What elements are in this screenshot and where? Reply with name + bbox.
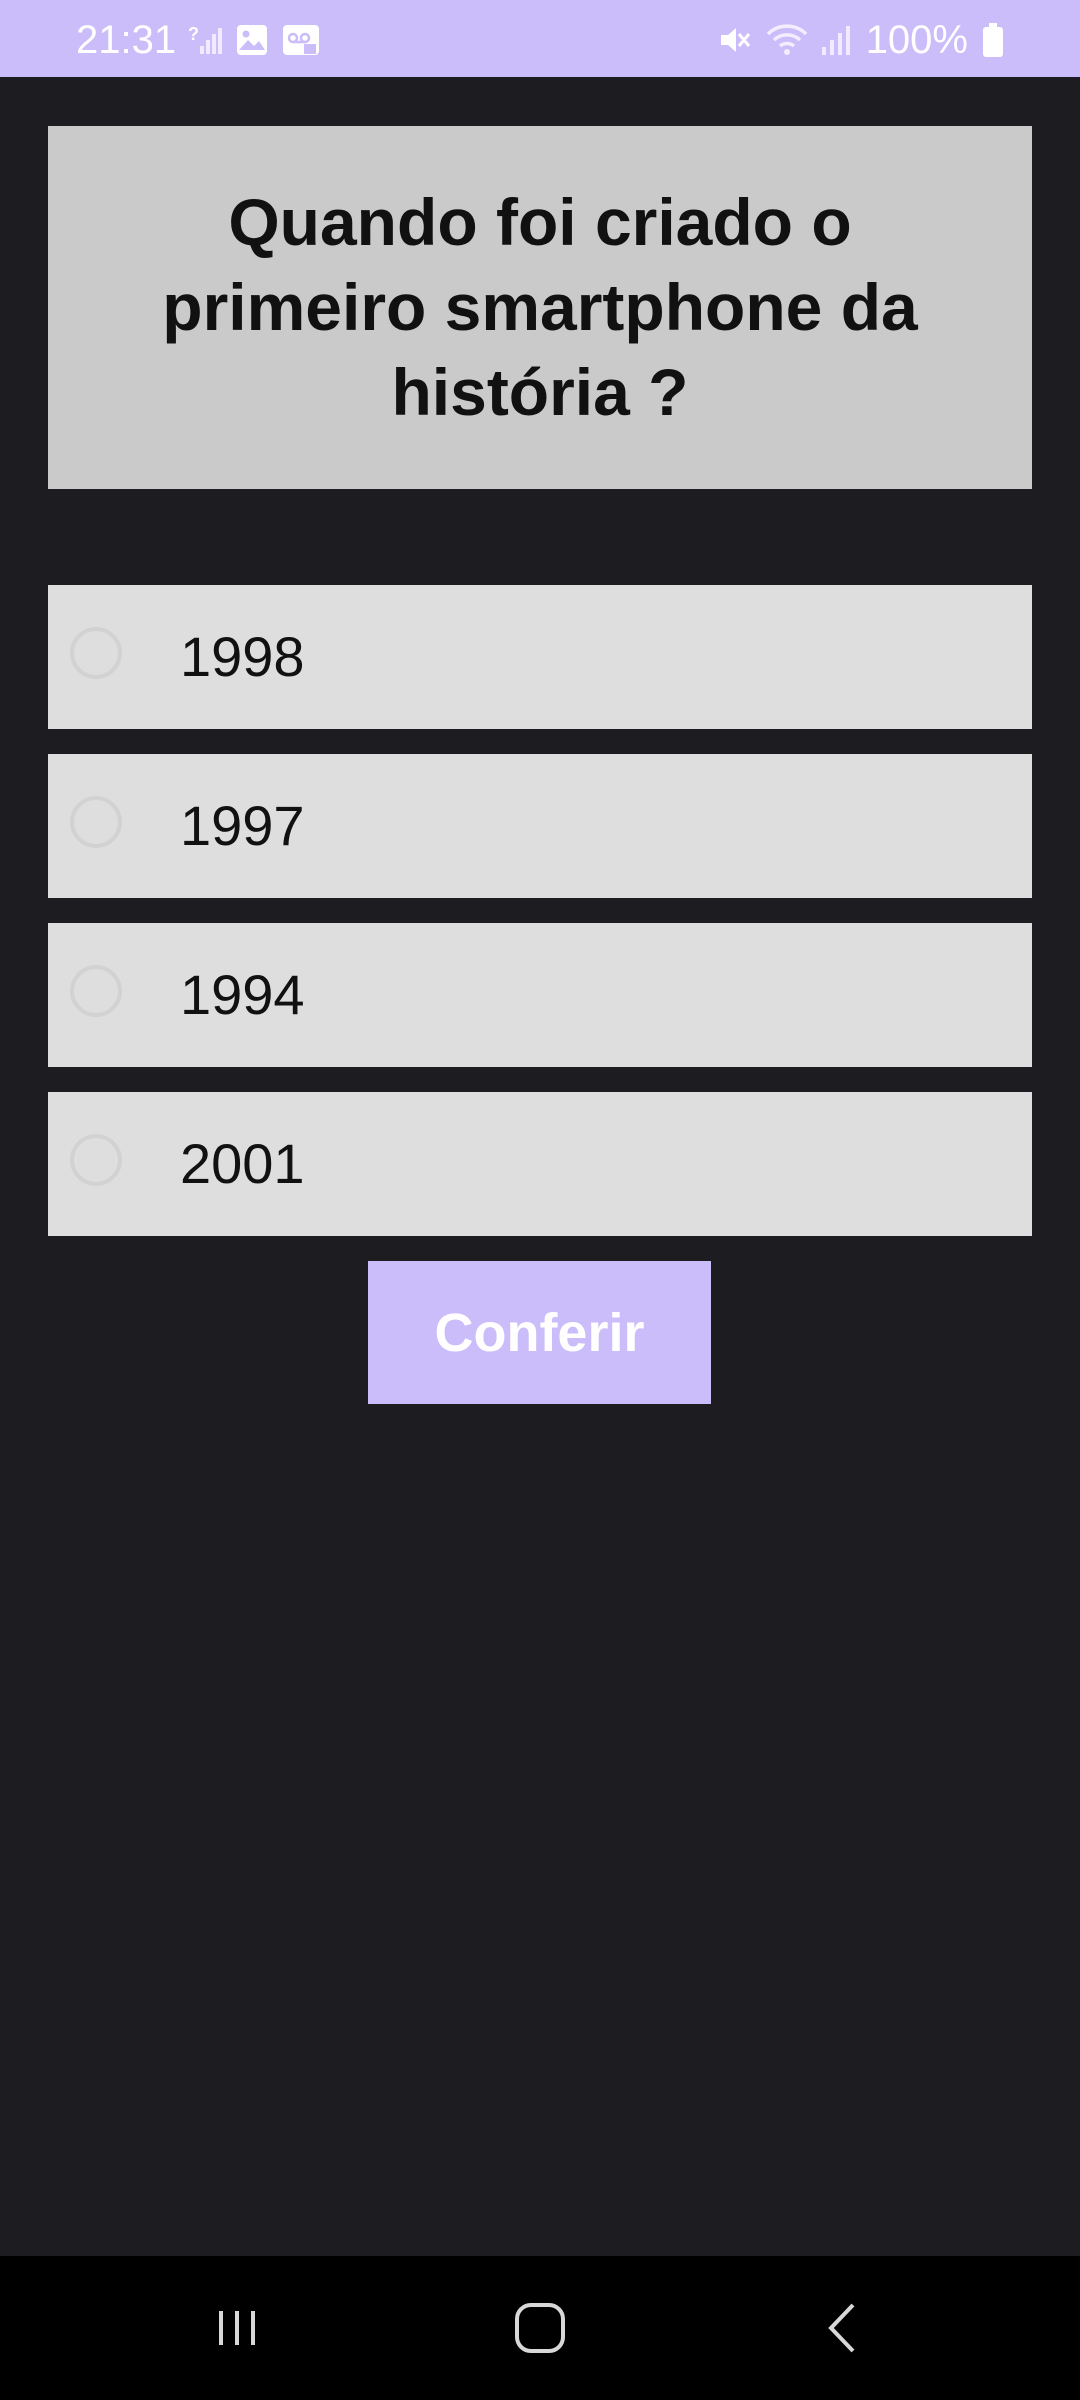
- mute-icon: [718, 23, 752, 57]
- image-icon: [236, 24, 268, 56]
- answer-option[interactable]: 1998: [48, 585, 1032, 729]
- signal-icon: [821, 23, 852, 57]
- wifi-icon: [766, 23, 808, 57]
- answer-option-label: 1998: [180, 625, 305, 688]
- answer-option[interactable]: 1994: [48, 923, 1032, 1067]
- status-time: 21:31: [76, 18, 177, 62]
- svg-text:?: ?: [188, 24, 199, 44]
- radio-button[interactable]: [70, 1134, 122, 1186]
- voicemail-icon: [282, 24, 320, 56]
- answer-option[interactable]: 2001: [48, 1092, 1032, 1236]
- question-card: Quando foi criado o primeiro smartphone …: [48, 126, 1032, 489]
- answer-option-label: 1994: [180, 963, 305, 1026]
- signal-unknown-icon: ?: [188, 24, 222, 56]
- status-notification-icons: ?: [188, 24, 320, 56]
- home-button[interactable]: [490, 2278, 590, 2378]
- navigation-bar: [0, 2256, 1080, 2400]
- back-button[interactable]: [792, 2278, 892, 2378]
- battery-percentage: 100%: [865, 18, 968, 62]
- radio-button[interactable]: [70, 627, 122, 679]
- check-answer-button[interactable]: Conferir: [368, 1261, 711, 1404]
- answer-option-label: 2001: [180, 1132, 305, 1195]
- status-bar: 21:31 ? 100%: [0, 0, 1080, 77]
- radio-button[interactable]: [70, 965, 122, 1017]
- status-system-icons: 100%: [718, 20, 1004, 60]
- answer-option[interactable]: 1997: [48, 754, 1032, 898]
- home-icon: [513, 2301, 567, 2355]
- back-icon: [817, 2301, 867, 2355]
- question-text: Quando foi criado o primeiro smartphone …: [162, 185, 918, 429]
- recent-apps-button[interactable]: [188, 2278, 288, 2378]
- battery-icon: [982, 22, 1004, 58]
- recent-apps-icon: [213, 2303, 263, 2353]
- radio-button[interactable]: [70, 796, 122, 848]
- answer-option-label: 1997: [180, 794, 305, 857]
